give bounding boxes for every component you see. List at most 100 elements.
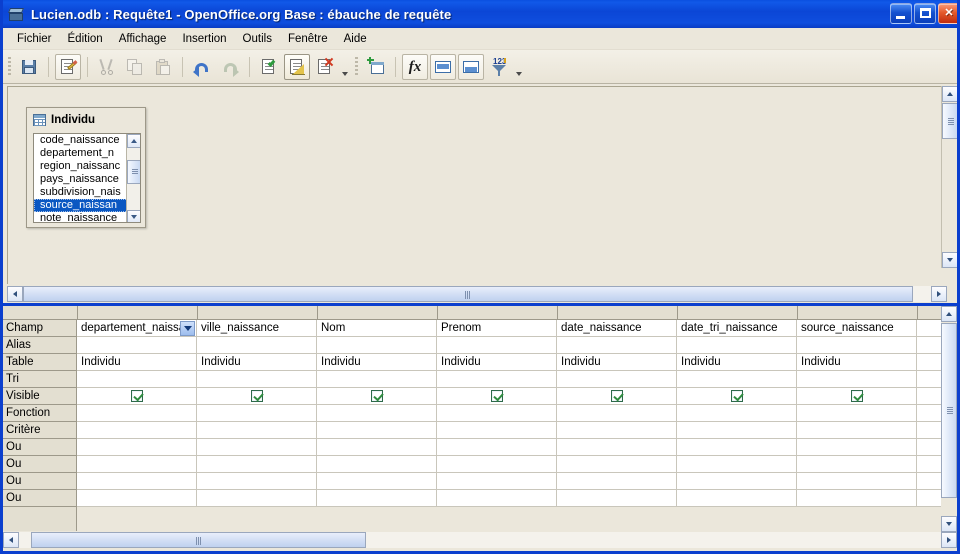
grid-cell-ou2[interactable] [317,473,437,490]
list-item[interactable]: code_naissance [34,134,140,147]
field-list-scrollbar[interactable] [126,134,140,222]
grid-cell-champ[interactable]: source_naissance [797,320,917,337]
grid-cell-fonction[interactable] [197,405,317,422]
grid-cell-champ[interactable]: date_tri_naissance [677,320,797,337]
grid-cell-ou3[interactable] [437,490,557,507]
table-diagram-pane[interactable]: Individu code_naissance departement_n re… [7,86,947,284]
scroll-up-icon[interactable] [127,134,140,148]
menu-aide[interactable]: Aide [336,31,375,47]
menu-edition[interactable]: Édition [60,31,111,47]
grid-cell-tri[interactable] [77,371,197,388]
list-item[interactable]: departement_n [34,147,140,160]
grid-cell-tri[interactable] [317,371,437,388]
grid-cell-ou1[interactable] [797,456,917,473]
hscroll-track[interactable] [19,532,941,548]
grid-row-label-visible[interactable]: Visible [3,388,77,405]
scrollbar-thumb[interactable] [31,532,366,548]
grid-cell-tri[interactable] [677,371,797,388]
grid-cell-ou2[interactable] [197,473,317,490]
grid-cell-critere[interactable] [197,422,317,439]
grid-cell-ou3[interactable] [797,490,917,507]
toolbar-grip-2[interactable] [355,56,358,77]
chevron-down-icon[interactable] [180,321,195,336]
close-button[interactable]: ✕ [938,3,957,24]
grid-cell-ou3[interactable] [557,490,677,507]
cut-icon[interactable] [94,54,120,80]
grid-cell-alias[interactable] [197,337,317,354]
checkbox-checked-icon[interactable] [370,390,383,402]
redo-icon[interactable] [217,54,243,80]
scrollbar-thumb[interactable] [942,103,957,139]
list-item[interactable]: region_naissanc [34,160,140,173]
list-item[interactable]: subdivision_nais [34,186,140,199]
table-window-individu[interactable]: Individu code_naissance departement_n re… [26,107,146,228]
checkbox-checked-icon[interactable] [490,390,503,402]
toolbar-overflow-2[interactable] [513,54,524,80]
clear-query-icon[interactable] [312,54,338,80]
grid-cell-ou3[interactable] [77,490,197,507]
grid-cell-ou0[interactable] [77,439,197,456]
grid-cell-alias[interactable] [797,337,917,354]
copy-icon[interactable] [122,54,148,80]
grid-cell-critere[interactable] [77,422,197,439]
table-window-header[interactable]: Individu [27,108,145,132]
grid-cell-alias[interactable] [437,337,557,354]
grid-visible-checkbox-cell[interactable] [677,388,797,405]
grid-cell-table[interactable]: Individu [677,354,797,371]
grid-cell-fonction[interactable] [797,405,917,422]
checkbox-checked-icon[interactable] [850,390,863,402]
grid-cell-ou3[interactable] [677,490,797,507]
scroll-right-icon[interactable] [941,532,957,548]
scrollbar-thumb[interactable] [127,160,140,184]
grid-cell-critere[interactable] [557,422,677,439]
grid-cell-champ[interactable]: Prenom [437,320,557,337]
grid-cell-table[interactable]: Individu [797,354,917,371]
grid-column-header-strip[interactable] [3,306,943,320]
grid-cell-ou0[interactable] [677,439,797,456]
grid-cell-champ[interactable]: Nom [317,320,437,337]
grid-vscrollbar[interactable] [941,306,957,532]
grid-cell-alias[interactable] [557,337,677,354]
menu-outils[interactable]: Outils [235,31,280,47]
grid-visible-checkbox-cell[interactable] [797,388,917,405]
grid-row-label-ou[interactable]: Ou [3,456,77,473]
grid-visible-checkbox-cell[interactable] [437,388,557,405]
grid-cell-ou1[interactable] [317,456,437,473]
scroll-left-icon[interactable] [3,532,19,548]
grid-cell-ou2[interactable] [557,473,677,490]
menu-affichage[interactable]: Affichage [111,31,175,47]
scroll-up-icon[interactable] [941,306,957,322]
grid-cell-ou1[interactable] [677,456,797,473]
grid-cell-alias[interactable] [317,337,437,354]
grid-cell-ou0[interactable] [797,439,917,456]
grid-cell-ou1[interactable] [77,456,197,473]
grid-cell-ou2[interactable] [77,473,197,490]
grid-cell-ou1[interactable] [437,456,557,473]
grid-cell-critere[interactable] [797,422,917,439]
undo-icon[interactable] [189,54,215,80]
checkbox-checked-icon[interactable] [610,390,623,402]
grid-row-label-fonction[interactable]: Fonction [3,405,77,422]
table-name-icon[interactable] [430,53,456,80]
grid-cell-tri[interactable] [437,371,557,388]
query-design-grid[interactable]: Champ departement_naissa ville_naissance No… [3,306,957,532]
grid-cell-ou2[interactable] [437,473,557,490]
grid-cell-ou2[interactable] [797,473,917,490]
grid-row-label-ou[interactable]: Ou [3,473,77,490]
grid-cell-fonction[interactable] [557,405,677,422]
scroll-down-icon[interactable] [941,516,957,532]
grid-cell-champ[interactable]: departement_naissa [77,320,197,337]
edit-mode-icon[interactable] [55,53,81,80]
design-view-icon[interactable] [284,53,310,80]
upper-pane-vscrollbar[interactable] [941,86,957,268]
grid-cell-ou1[interactable] [557,456,677,473]
grid-cell-table[interactable]: Individu [557,354,677,371]
grid-row-label-critre[interactable]: Critère [3,422,77,439]
grid-cell-ou0[interactable] [317,439,437,456]
grid-cell-tri[interactable] [557,371,677,388]
run-query-icon[interactable] [256,54,282,80]
list-item-selected[interactable]: source_naissan [34,199,140,212]
save-icon[interactable] [16,54,42,80]
grid-row-label-ou[interactable]: Ou [3,439,77,456]
paste-icon[interactable] [150,54,176,80]
